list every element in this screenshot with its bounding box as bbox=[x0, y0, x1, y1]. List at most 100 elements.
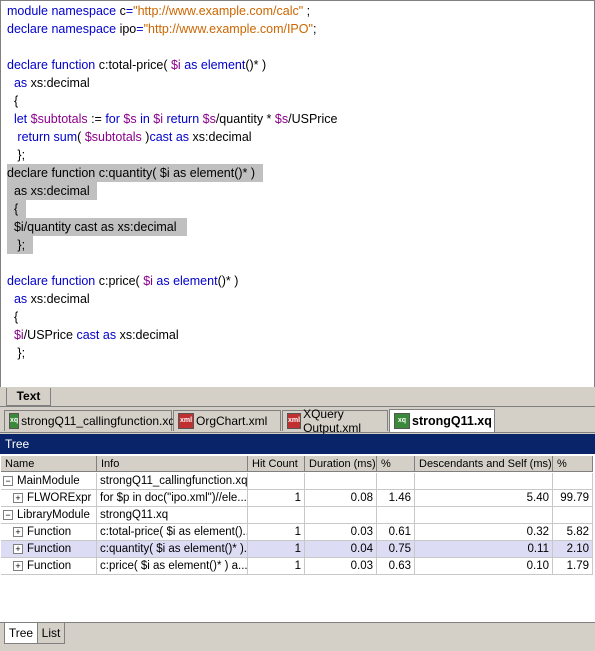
code-token: "http://www.example.com/calc" bbox=[133, 4, 304, 18]
file-tab-label: XQuery Output.xml bbox=[303, 407, 362, 435]
tree-row-name-cell: + Function bbox=[1, 524, 97, 541]
column-header[interactable]: Info bbox=[97, 456, 248, 472]
tree-row[interactable]: + Function c:price( $i as element()* ) a..… bbox=[1, 558, 593, 575]
tree-cell-dur: 0.04 bbox=[305, 541, 377, 558]
tree-cell-pct bbox=[377, 473, 415, 490]
code-token: declare function bbox=[7, 274, 99, 288]
tree-cell-pct: 0.63 bbox=[377, 558, 415, 575]
tree-row-name-cell: + FLWORExpr bbox=[1, 490, 97, 507]
code-token: return bbox=[7, 130, 54, 144]
tree-row-name: Function bbox=[27, 543, 72, 555]
code-token: ()* ) bbox=[245, 58, 267, 72]
tree-row-name: Function bbox=[27, 560, 72, 572]
tree-cell-hit bbox=[248, 507, 305, 524]
code-line: $i/USPrice cast as xs:decimal bbox=[7, 326, 179, 344]
code-token: xs:decimal bbox=[192, 130, 252, 144]
code-token: "http://www.example.com/IPO" bbox=[143, 22, 313, 36]
tab-list[interactable]: List bbox=[37, 623, 65, 644]
code-token: ; bbox=[312, 22, 317, 36]
tree-row-name-cell: + Function bbox=[1, 558, 97, 575]
tree-cell-pct bbox=[377, 507, 415, 524]
column-header[interactable]: Duration (ms) bbox=[305, 456, 377, 472]
tree-row-name: MainModule bbox=[17, 475, 80, 487]
column-header[interactable]: % bbox=[553, 456, 593, 472]
tree-cell-info: strongQ11.xq bbox=[97, 507, 248, 524]
code-token: return bbox=[163, 112, 203, 126]
code-token: ; bbox=[303, 4, 311, 18]
file-tab-label: strongQ11.xq bbox=[412, 414, 492, 428]
tree-row[interactable]: − LibraryModule strongQ11.xq bbox=[1, 507, 593, 524]
code-token: $i bbox=[153, 112, 164, 126]
tab-tree[interactable]: Tree bbox=[4, 623, 38, 644]
code-line: as xs:decimal bbox=[7, 290, 90, 308]
xml-file-icon: xml bbox=[287, 413, 302, 429]
tree-cell-pct2 bbox=[553, 473, 593, 490]
code-line: }; bbox=[7, 236, 33, 254]
code-editor[interactable]: module namespace c="http://www.example.c… bbox=[0, 0, 595, 388]
tab-text-view[interactable]: Text bbox=[6, 388, 51, 406]
file-tab-label: OrgChart.xml bbox=[196, 414, 268, 428]
tree-cell-desc: 5.40 bbox=[415, 490, 553, 507]
code-token: c:price( bbox=[98, 274, 144, 288]
tree-cell-pct2: 99.79 bbox=[553, 490, 593, 507]
code-token: sum bbox=[53, 130, 78, 144]
code-token: $subtotals bbox=[84, 130, 142, 144]
code-token: $i bbox=[13, 328, 24, 342]
code-line: $i/quantity cast as xs:decimal bbox=[7, 218, 188, 236]
file-tab[interactable]: xml OrgChart.xml bbox=[173, 410, 281, 431]
code-token: ( bbox=[77, 130, 85, 144]
column-header[interactable]: Name bbox=[1, 456, 97, 472]
code-token: cast as bbox=[149, 130, 193, 144]
expand-icon[interactable]: + bbox=[13, 492, 23, 503]
bottom-tabstrip: Tree List bbox=[0, 622, 595, 651]
file-tab[interactable]: xml XQuery Output.xml bbox=[282, 407, 388, 435]
tree-cell-pct: 0.75 bbox=[377, 541, 415, 558]
code-line: module namespace c="http://www.example.c… bbox=[7, 2, 310, 20]
code-token: $subtotals bbox=[30, 112, 88, 126]
code-token: /USPrice bbox=[23, 328, 77, 342]
tree-row[interactable]: − MainModule strongQ11_callingfunction.xq bbox=[1, 473, 593, 490]
profiler-tree-panel: Tree Name Info Hit Count Duration (ms)% Desc… bbox=[0, 434, 595, 622]
code-token: xs:decimal bbox=[30, 76, 90, 90]
code-line: let $subtotals := for $s in $i return $s… bbox=[7, 110, 338, 128]
expand-icon[interactable]: + bbox=[13, 543, 23, 554]
tree-row[interactable]: + Function c:total-price( $i as element().… bbox=[1, 524, 593, 541]
column-header[interactable]: Hit Count bbox=[248, 456, 305, 472]
code-token: xs:decimal bbox=[30, 292, 90, 306]
tree-cell-pct2: 2.10 bbox=[553, 541, 593, 558]
code-token: declare namespace bbox=[7, 22, 120, 36]
collapse-icon[interactable]: − bbox=[3, 475, 13, 486]
xquery-file-icon: xq bbox=[9, 413, 20, 429]
collapse-icon[interactable]: − bbox=[3, 509, 13, 520]
code-line: return sum( $subtotals )cast as xs:decim… bbox=[7, 128, 252, 146]
view-tabstrip: Text bbox=[0, 387, 595, 407]
tree-row[interactable]: + Function c:quantity( $i as element()* ).… bbox=[1, 541, 593, 558]
code-line: declare function c:total-price( $i as el… bbox=[7, 56, 266, 74]
tree-cell-hit: 1 bbox=[248, 541, 305, 558]
code-token: }; bbox=[7, 238, 29, 252]
expand-icon[interactable]: + bbox=[13, 526, 23, 537]
code-token: element bbox=[173, 274, 218, 288]
column-header[interactable]: % bbox=[377, 456, 415, 472]
code-line: { bbox=[7, 200, 26, 218]
code-token: let bbox=[7, 112, 31, 126]
tree-cell-pct: 1.46 bbox=[377, 490, 415, 507]
tree-cell-hit: 1 bbox=[248, 524, 305, 541]
tree-row-name-cell: + Function bbox=[1, 541, 97, 558]
code-token: xs:decimal bbox=[119, 328, 179, 342]
file-tab[interactable]: xq strongQ11_callingfunction.xq bbox=[4, 410, 176, 431]
expand-icon[interactable]: + bbox=[13, 560, 23, 571]
code-token: $s bbox=[123, 112, 137, 126]
code-token: }; bbox=[7, 346, 26, 360]
code-line: { bbox=[7, 308, 18, 326]
tree-cell-info: strongQ11_callingfunction.xq bbox=[97, 473, 248, 490]
file-tab[interactable]: xq strongQ11.xq bbox=[389, 409, 495, 432]
tree-cell-pct: 0.61 bbox=[377, 524, 415, 541]
tree-row-name: Function bbox=[27, 526, 72, 538]
file-tab-label: strongQ11_callingfunction.xq bbox=[21, 414, 176, 428]
column-header[interactable]: Descendants and Self (ms) bbox=[415, 456, 553, 472]
tree-row[interactable]: + FLWORExpr for $p in doc("ipo.xml")//ele.… bbox=[1, 490, 593, 507]
tree-panel-title: Tree bbox=[0, 434, 595, 454]
tree-row-name: FLWORExpr bbox=[27, 492, 92, 504]
code-line: declare function c:price( $i as element(… bbox=[7, 272, 238, 290]
